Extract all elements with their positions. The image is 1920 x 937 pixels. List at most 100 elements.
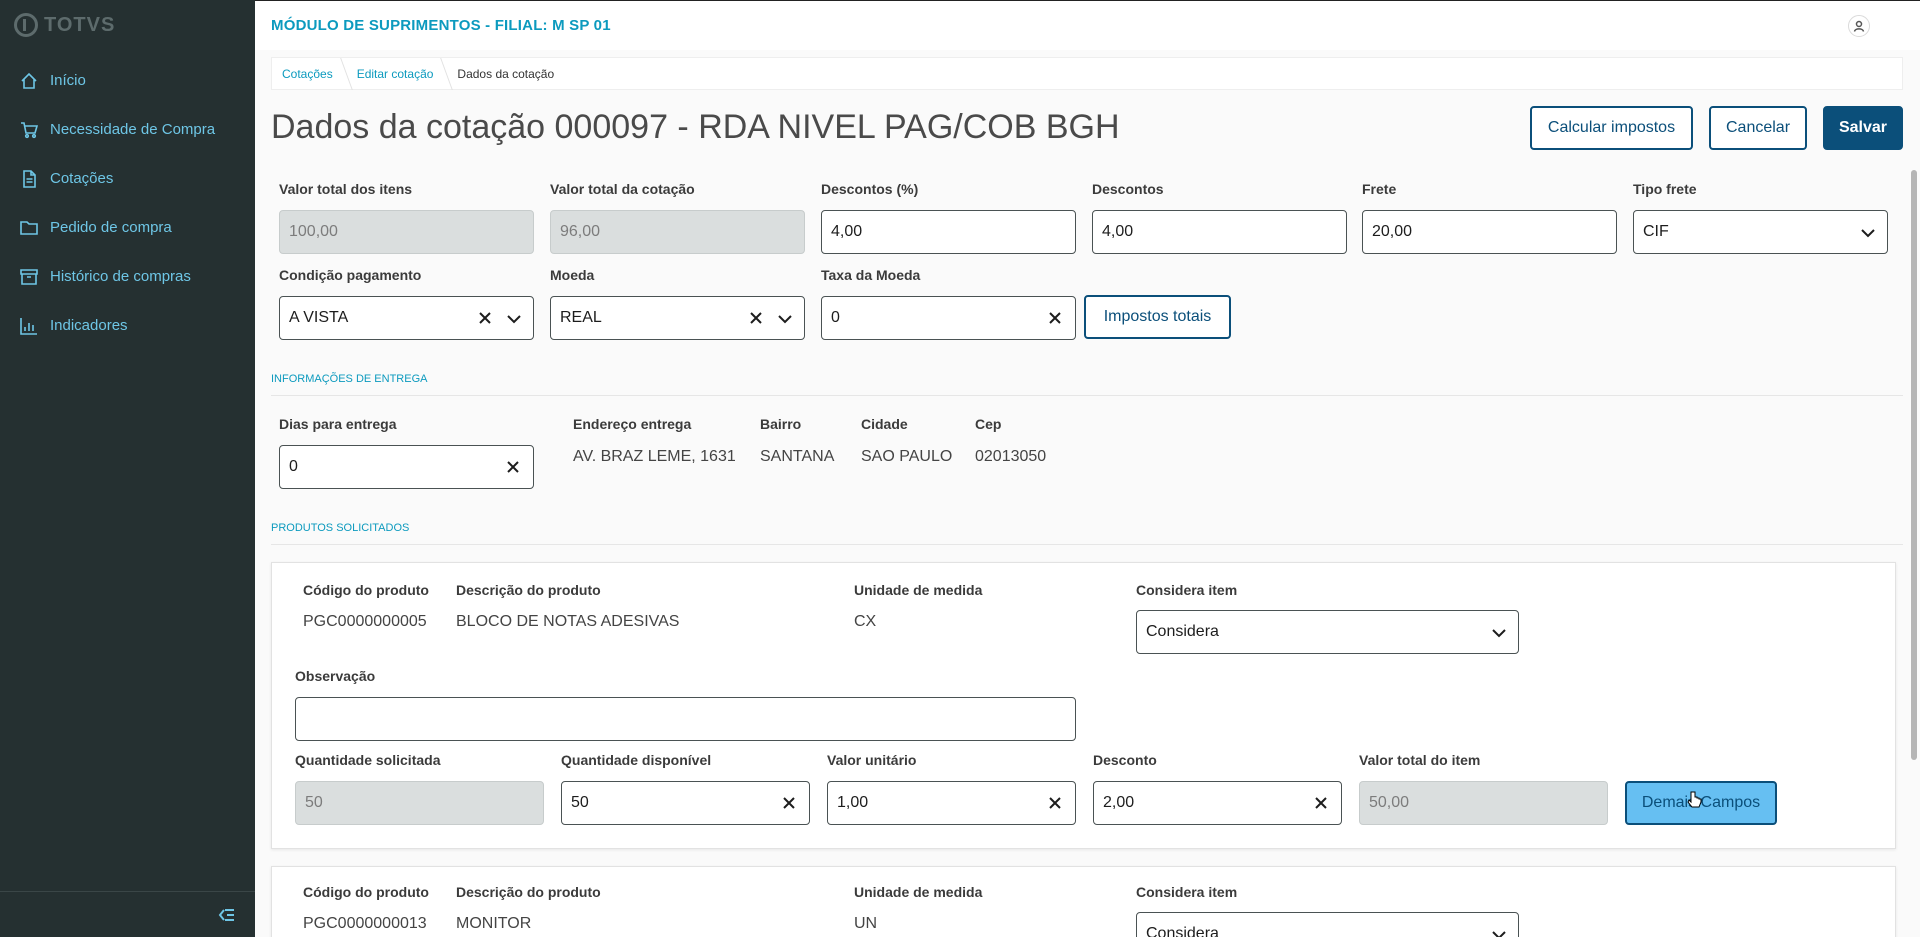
unidade-value: UN: [854, 915, 878, 932]
valor-total-item-field: 50,00: [1359, 781, 1608, 825]
condicao-pagamento-select[interactable]: A VISTA: [279, 296, 534, 340]
dias-entrega-value: 0: [289, 458, 298, 475]
considera-value: Considera: [1146, 925, 1219, 937]
valor-total-cotacao-label: Valor total da cotação: [550, 181, 695, 197]
taxa-moeda-label: Taxa da Moeda: [821, 267, 921, 283]
sidebar: TOTVS Início Necessidade de Compra Cotaç…: [0, 0, 255, 937]
section-divider: [271, 395, 1903, 396]
desconto-value: 2,00: [1103, 794, 1135, 811]
close-icon[interactable]: [781, 795, 797, 811]
sidebar-item-indicadores[interactable]: Indicadores: [0, 301, 255, 350]
archive-icon: [20, 268, 38, 286]
section-divider: [271, 544, 1903, 545]
descontos-pct-input[interactable]: 4,00: [821, 210, 1076, 254]
dias-entrega-input[interactable]: 0: [279, 445, 534, 489]
tipo-frete-value: CIF: [1643, 223, 1669, 240]
frete-input[interactable]: 20,00: [1362, 210, 1617, 254]
descontos-input[interactable]: 4,00: [1092, 210, 1347, 254]
desconto-label: Desconto: [1093, 752, 1157, 768]
sidebar-item-label: Indicadores: [50, 317, 128, 334]
valor-unitario-label: Valor unitário: [827, 752, 917, 768]
close-icon[interactable]: [1047, 795, 1063, 811]
codigo-value: PGC0000000005: [303, 613, 427, 630]
chevron-down-icon: [1490, 624, 1508, 642]
bairro-value: SANTANA: [760, 448, 835, 465]
close-icon[interactable]: [1313, 795, 1329, 811]
mouse-pointer-icon: [1686, 790, 1704, 812]
cep-value: 02013050: [975, 448, 1047, 465]
valor-unitario-input[interactable]: 1,00: [827, 781, 1076, 825]
valor-total-itens-value: 100,00: [289, 223, 338, 240]
valor-total-cotacao-field: 96,00: [550, 210, 805, 254]
main-content: MÓDULO DE SUPRIMENTOS - FILIAL: M SP 01 …: [255, 0, 1920, 937]
chevron-down-icon: [505, 310, 523, 328]
breadcrumb-dados-cotacao: Dados da cotação: [457, 66, 555, 81]
valor-unitario-value: 1,00: [837, 794, 869, 811]
taxa-moeda-input[interactable]: 0: [821, 296, 1076, 340]
sidebar-item-pedido[interactable]: Pedido de compra: [0, 203, 255, 252]
scrollbar[interactable]: [1911, 170, 1917, 760]
descricao-value: BLOCO DE NOTAS ADESIVAS: [456, 613, 680, 630]
chevron-down-icon: [1859, 224, 1877, 242]
logo-text: TOTVS: [44, 13, 116, 36]
page-title: Dados da cotação 000097 - RDA NIVEL PAG/…: [271, 108, 1120, 146]
qtd-solicitada-value: 50: [305, 794, 323, 811]
breadcrumb: Cotações Editar cotação Dados da cotação: [271, 57, 1903, 90]
sidebar-item-label: Necessidade de Compra: [50, 121, 216, 138]
totvs-logo-mark-icon: [14, 13, 38, 37]
descontos-pct-value: 4,00: [831, 223, 863, 240]
considera-item-select[interactable]: Considera: [1136, 610, 1519, 654]
breadcrumb-editar-cotacao[interactable]: Editar cotação: [357, 67, 434, 81]
impostos-totais-button[interactable]: Impostos totais: [1084, 295, 1231, 339]
folder-icon: [20, 219, 38, 237]
qtd-disponivel-label: Quantidade disponível: [561, 752, 712, 768]
desconto-input[interactable]: 2,00: [1093, 781, 1342, 825]
moeda-label: Moeda: [550, 267, 595, 283]
observacao-input[interactable]: [295, 697, 1076, 741]
sidebar-item-inicio[interactable]: Início: [0, 56, 255, 105]
unidade-value: CX: [854, 613, 877, 630]
valor-total-cotacao-value: 96,00: [560, 223, 601, 240]
tipo-frete-label: Tipo frete: [1633, 181, 1697, 197]
close-icon[interactable]: [477, 310, 493, 326]
descricao-label: Descrição do produto: [456, 582, 601, 598]
qtd-disponivel-value: 50: [571, 794, 589, 811]
considera-label: Considera item: [1136, 582, 1238, 598]
collapse-menu-icon[interactable]: [217, 906, 235, 924]
considera-item-select[interactable]: Considera: [1136, 912, 1519, 937]
sidebar-item-historico[interactable]: Histórico de compras: [0, 252, 255, 301]
calcular-impostos-button[interactable]: Calcular impostos: [1530, 106, 1693, 150]
sidebar-item-necessidade[interactable]: Necessidade de Compra: [0, 105, 255, 154]
descontos-pct-label: Descontos (%): [821, 181, 919, 197]
qtd-solicitada-field: 50: [295, 781, 544, 825]
condicao-pagamento-value: A VISTA: [289, 309, 349, 326]
taxa-moeda-value: 0: [831, 309, 840, 326]
close-icon[interactable]: [505, 459, 521, 475]
tipo-frete-select[interactable]: CIF: [1633, 210, 1888, 254]
valor-total-itens-field: 100,00: [279, 210, 534, 254]
close-icon[interactable]: [1047, 310, 1063, 326]
frete-value: 20,00: [1372, 223, 1413, 240]
save-button[interactable]: Salvar: [1823, 106, 1903, 150]
unidade-label: Unidade de medida: [854, 582, 983, 598]
breadcrumb-separator: [433, 57, 454, 90]
cep-label: Cep: [975, 416, 1002, 432]
endereco-label: Endereço entrega: [573, 416, 692, 432]
close-icon[interactable]: [748, 310, 764, 326]
topbar: MÓDULO DE SUPRIMENTOS - FILIAL: M SP 01: [255, 0, 1920, 50]
sidebar-item-label: Histórico de compras: [50, 268, 191, 285]
chevron-down-icon: [1490, 926, 1508, 937]
qtd-disponivel-input[interactable]: 50: [561, 781, 810, 825]
descricao-label: Descrição do produto: [456, 884, 601, 900]
product-card: Código do produto PGC0000000013 Descriçã…: [271, 866, 1896, 937]
cancel-button[interactable]: Cancelar: [1709, 106, 1807, 150]
chart-icon: [20, 317, 38, 335]
moeda-select[interactable]: REAL: [550, 296, 805, 340]
valor-total-item-label: Valor total do item: [1359, 752, 1481, 768]
endereco-value: AV. BRAZ LEME, 1631: [573, 448, 736, 465]
cidade-label: Cidade: [861, 416, 908, 432]
sidebar-item-cotacoes[interactable]: Cotações: [0, 154, 255, 203]
sidebar-item-label: Início: [50, 72, 86, 89]
user-icon[interactable]: [1848, 15, 1870, 37]
breadcrumb-cotacoes[interactable]: Cotações: [282, 67, 333, 81]
